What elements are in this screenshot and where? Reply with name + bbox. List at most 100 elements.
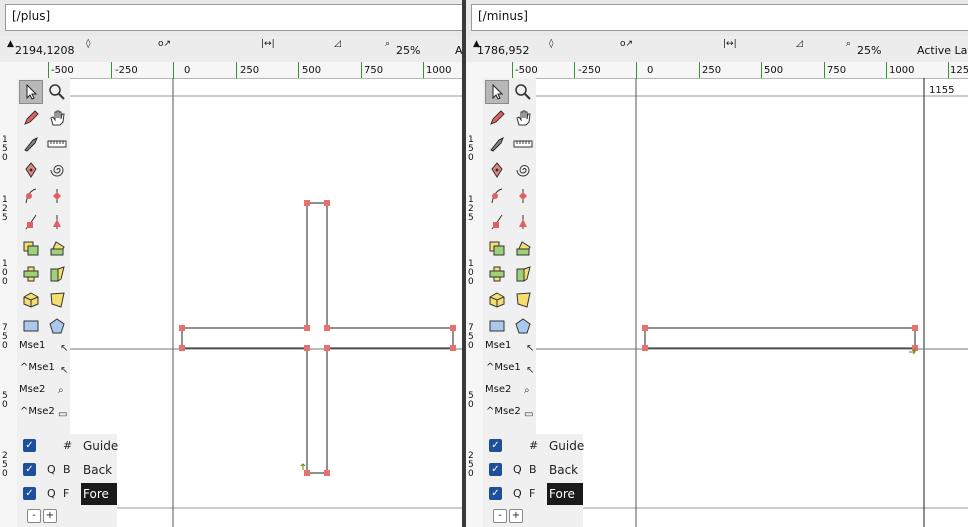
- rotate-tool[interactable]: [45, 236, 69, 260]
- ruler-label: 250: [240, 65, 260, 76]
- rectangle-tool[interactable]: [19, 314, 43, 338]
- layer-row-back[interactable]: ✓ Q B Back: [17, 459, 117, 481]
- skew-tool[interactable]: [45, 262, 69, 286]
- corner-point-tool[interactable]: [19, 210, 43, 234]
- vruler-label: 7 5 0: [2, 323, 8, 351]
- layer-name[interactable]: Guide: [81, 435, 118, 457]
- remove-layer-button[interactable]: -: [27, 509, 41, 523]
- hv-curve-point-tool[interactable]: [511, 184, 535, 208]
- layer-panel: ✓ # Guide ✓ Q B Back ✓ Q F Fore - +: [483, 434, 584, 527]
- knife-tool[interactable]: [19, 132, 43, 156]
- ruler-tool[interactable]: [45, 132, 69, 156]
- mouse1-label: Mse1: [19, 340, 46, 351]
- rotate-tool[interactable]: [511, 236, 535, 260]
- vertical-ruler[interactable]: 1 5 0 1 2 5 1 0 0 7 5 0 5 0 2 5 0: [0, 78, 18, 527]
- flip-icon: [489, 266, 505, 282]
- horizontal-ruler[interactable]: -500 -250 0 250 500 750 1000: [0, 62, 462, 79]
- freehand-tool[interactable]: [19, 106, 43, 130]
- pencil-icon: [24, 110, 39, 125]
- char-view-minus: [/minus] ▲ 1786,952 ◊ o↗ |↔| ◿ ⌕ 25% Act…: [466, 0, 968, 527]
- vruler-label: 1 0 0: [468, 259, 474, 287]
- rectangle-tool[interactable]: [485, 314, 509, 338]
- angle-icon: ◿: [334, 39, 341, 49]
- layer-row-fore[interactable]: ✓ Q F Fore: [483, 483, 583, 505]
- hv-curve-point-icon: [53, 189, 61, 203]
- layer-type: Q: [513, 487, 522, 500]
- perspective-tool[interactable]: [45, 288, 69, 312]
- tangent-point-icon: [519, 215, 527, 229]
- ruler-tool[interactable]: [511, 132, 535, 156]
- scroll-tool[interactable]: [511, 106, 535, 130]
- layer-name[interactable]: Guide: [547, 435, 584, 457]
- curve-point-tool[interactable]: [485, 184, 509, 208]
- glyph-name-field[interactable]: [/minus]: [471, 4, 968, 31]
- rotate-icon: [516, 241, 531, 256]
- magnify-tool[interactable]: [511, 80, 535, 104]
- layer-row-guide[interactable]: ✓ # Guide: [483, 435, 584, 457]
- layer-visible-checkbox[interactable]: ✓: [489, 463, 502, 476]
- layer-row-guide[interactable]: ✓ # Guide: [17, 435, 118, 457]
- plus-contour: [181, 202, 454, 474]
- layer-row-fore[interactable]: ✓ Q F Fore: [17, 483, 117, 505]
- scale-tool[interactable]: [19, 236, 43, 260]
- scroll-tool[interactable]: [45, 106, 69, 130]
- layer-visible-checkbox[interactable]: ✓: [23, 487, 36, 500]
- pen-tool[interactable]: [485, 158, 509, 182]
- flip-tool[interactable]: [19, 262, 43, 286]
- polygon-tool[interactable]: [511, 314, 535, 338]
- knife-tool[interactable]: [485, 132, 509, 156]
- corner-point-icon: [491, 214, 503, 230]
- layer-visible-checkbox[interactable]: ✓: [489, 487, 502, 500]
- tangent-point-tool[interactable]: [45, 210, 69, 234]
- layer-visible-checkbox[interactable]: ✓: [23, 439, 36, 452]
- spiro-tool[interactable]: [45, 158, 69, 182]
- skew-tool[interactable]: [511, 262, 535, 286]
- layer-visible-checkbox[interactable]: ✓: [489, 439, 502, 452]
- polygon-tool[interactable]: [45, 314, 69, 338]
- layer-visible-checkbox[interactable]: ✓: [23, 463, 36, 476]
- cube-icon: [489, 292, 505, 308]
- ruler-label: 500: [764, 65, 784, 76]
- char-view-plus: [/plus] ▲ 2194,1208 ◊ o↗ |↔| ◿ ⌕ 25% A -…: [0, 0, 462, 527]
- pointer-tool[interactable]: [19, 80, 43, 104]
- 3d-rotate-tool[interactable]: [19, 288, 43, 312]
- layer-name[interactable]: Fore: [81, 483, 117, 505]
- active-layer-label: Active Lay: [917, 44, 968, 57]
- horizontal-ruler[interactable]: -500 -250 0 250 500 750 1000 125: [466, 62, 968, 79]
- ctrl-mouse2-ruler-icon: ▭: [524, 409, 534, 420]
- glyph-name-field[interactable]: [/plus]: [5, 4, 462, 31]
- ruler-label: -500: [51, 65, 74, 76]
- layer-name[interactable]: Back: [547, 459, 583, 481]
- add-layer-button[interactable]: +: [509, 509, 523, 523]
- curve-point-tool[interactable]: [19, 184, 43, 208]
- layer-type: Q: [513, 463, 522, 476]
- mouse2-magnifier-icon: ⌕: [58, 385, 64, 396]
- 3d-rotate-tool[interactable]: [485, 288, 509, 312]
- magnify-tool[interactable]: [45, 80, 69, 104]
- spiral-icon: [516, 165, 530, 177]
- perspective-icon: [50, 292, 65, 308]
- vertical-ruler[interactable]: 1 5 0 1 2 5 1 0 0 7 5 0 5 0 2 5 0: [466, 78, 484, 527]
- spiro-tool[interactable]: [511, 158, 535, 182]
- flip-tool[interactable]: [485, 262, 509, 286]
- pen-tool[interactable]: [19, 158, 43, 182]
- add-layer-button[interactable]: +: [43, 509, 57, 523]
- tangent-point-tool[interactable]: [511, 210, 535, 234]
- magnifier-icon: [515, 84, 531, 100]
- layer-panel: ✓ # Guide ✓ Q B Back ✓ Q F Fore - +: [17, 434, 118, 527]
- layer-row-back[interactable]: ✓ Q B Back: [483, 459, 583, 481]
- freehand-tool[interactable]: [485, 106, 509, 130]
- hv-curve-point-tool[interactable]: [45, 184, 69, 208]
- hand-icon: [516, 110, 531, 126]
- active-layer-label: A: [455, 44, 462, 57]
- perspective-tool[interactable]: [511, 288, 535, 312]
- remove-layer-button[interactable]: -: [493, 509, 507, 523]
- layer-name[interactable]: Fore: [547, 483, 583, 505]
- angle-icon: ◿: [796, 39, 803, 49]
- pointer-tool[interactable]: [485, 80, 509, 104]
- scale-tool[interactable]: [485, 236, 509, 260]
- offset-icon: o↗: [620, 39, 634, 49]
- zoom-icon: ⌕: [385, 39, 391, 49]
- corner-point-tool[interactable]: [485, 210, 509, 234]
- layer-name[interactable]: Back: [81, 459, 117, 481]
